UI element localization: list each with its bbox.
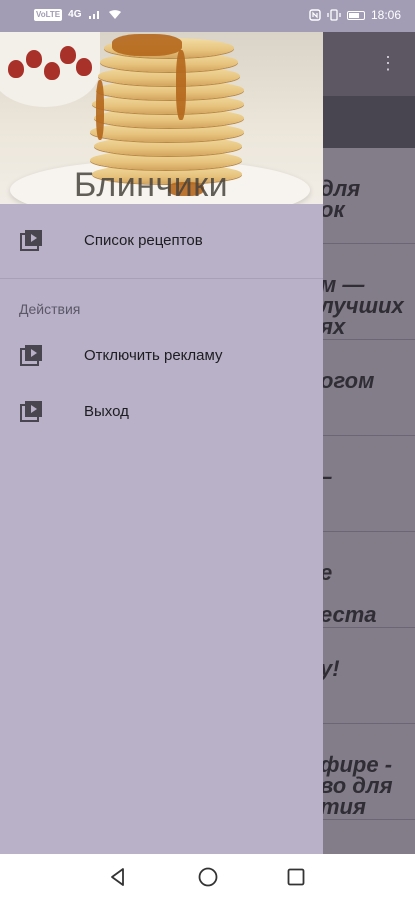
nfc-icon	[309, 9, 321, 21]
video-library-icon	[20, 345, 42, 366]
overflow-menu-icon[interactable]: ⋮	[379, 54, 397, 72]
drawer-header: Блинчики	[0, 32, 323, 204]
status-left: VoLTE 4G	[34, 9, 122, 21]
drawer-section-title: Действия	[19, 301, 81, 317]
recents-icon[interactable]	[285, 866, 307, 888]
drawer-title: Блинчики	[74, 166, 229, 204]
back-icon[interactable]	[107, 866, 129, 888]
home-icon[interactable]	[197, 866, 219, 888]
drawer-item-label: Выход	[84, 402, 129, 420]
vibrate-icon	[327, 9, 341, 21]
drawer-item-disable-ads[interactable]: Отключить рекламу	[0, 327, 323, 383]
video-library-icon	[20, 230, 42, 251]
drawer-item-label: Список рецептов	[84, 231, 203, 249]
drawer-item-recipe-list[interactable]: Список рецептов	[0, 212, 323, 268]
clock: 18:06	[370, 8, 401, 22]
wifi-icon	[108, 10, 121, 19]
system-nav-bar	[0, 854, 415, 900]
drawer-item-label: Отключить рекламу	[84, 346, 223, 364]
video-library-icon	[20, 401, 42, 422]
signal-icon	[88, 11, 99, 19]
status-right: 18:06	[309, 8, 401, 22]
network-type: 4G	[68, 9, 82, 20]
volte-badge: VoLTE	[34, 9, 63, 21]
drawer-item-exit[interactable]: Выход	[0, 383, 323, 439]
navigation-drawer: Блинчики Список рецептов Действия Отключ…	[0, 32, 323, 854]
status-bar: VoLTE 4G 18:06	[0, 0, 415, 32]
battery-icon	[346, 10, 365, 20]
